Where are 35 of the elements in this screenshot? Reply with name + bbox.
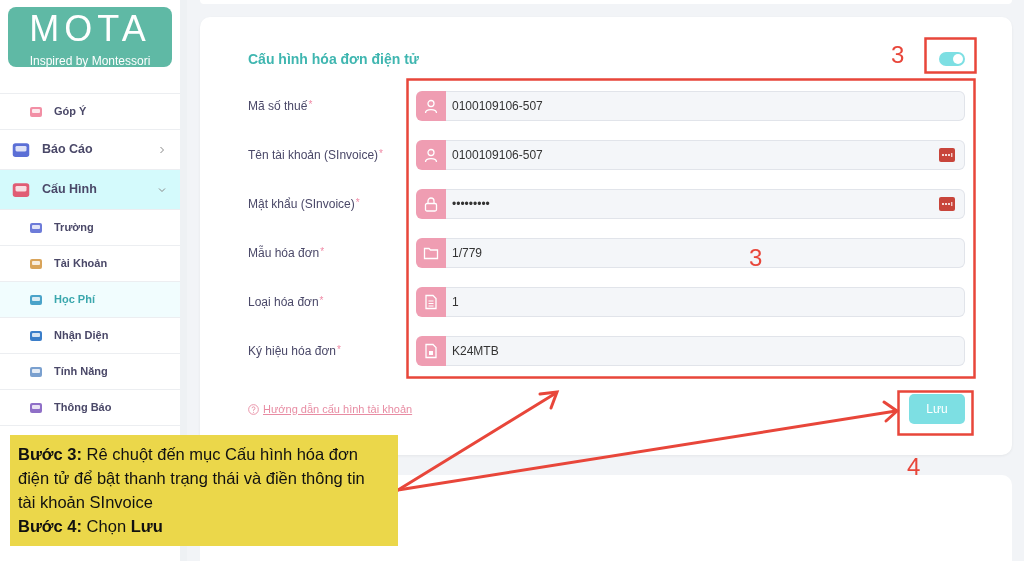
step-number: 3 — [891, 43, 905, 67]
field-label: Loại hóa đơn* — [248, 293, 325, 311]
menu-item[interactable]: Cấu Hình — [0, 170, 180, 210]
menu-item[interactable]: Trường — [0, 210, 180, 246]
instruction-text: Bước 3: Rê chuột đến mục Cấu hình hóa đơn điện tử để bật thanh trạng thái và điền thông tin tài khoản SInvoice — [18, 444, 366, 513]
step-number: 3 — [749, 246, 763, 270]
field-label: Tên tài khoản (SInvoice)* — [248, 146, 384, 164]
document-icon — [423, 342, 439, 359]
field-label: Ký hiệu hóa đơn* — [248, 342, 342, 360]
menu-item[interactable]: Nhận Diện — [0, 318, 180, 354]
chevron-icon — [158, 145, 166, 154]
logo-subtitle: Inspired by Montessori — [29, 54, 151, 68]
section-title: Cấu hình hóa đơn điện tử — [248, 49, 419, 69]
lock-icon — [423, 195, 439, 212]
field-label: Mã số thuế* — [248, 97, 314, 115]
instruction-text: Bước 4: Chọn Lưu — [18, 516, 164, 537]
step-number: 4 — [907, 455, 921, 479]
menu-item[interactable]: Góp Ý — [0, 94, 180, 130]
logo-title: MOTA — [29, 10, 151, 48]
toggle-switch[interactable] — [939, 52, 965, 66]
input-field[interactable]: 0100109106-507 — [446, 139, 965, 170]
input-field[interactable]: 0100109106-507 — [446, 90, 965, 121]
field-label: Mật khẩu (SInvoice)* — [248, 195, 361, 213]
highlight-frame — [924, 37, 977, 74]
chevron-icon — [158, 185, 166, 194]
user-icon — [423, 97, 439, 114]
input-field[interactable]: K24MTB — [446, 335, 965, 366]
help-icon — [248, 403, 259, 415]
input-field[interactable]: ••••••••• — [446, 188, 965, 219]
document-icon — [423, 293, 439, 310]
field-label: Mẫu hóa đơn* — [248, 244, 326, 262]
input-field[interactable]: 1 — [446, 286, 965, 317]
menu-item[interactable]: Thông Báo — [0, 390, 180, 426]
user-icon — [423, 146, 439, 163]
menu-item[interactable]: Tính Năng — [0, 354, 180, 390]
